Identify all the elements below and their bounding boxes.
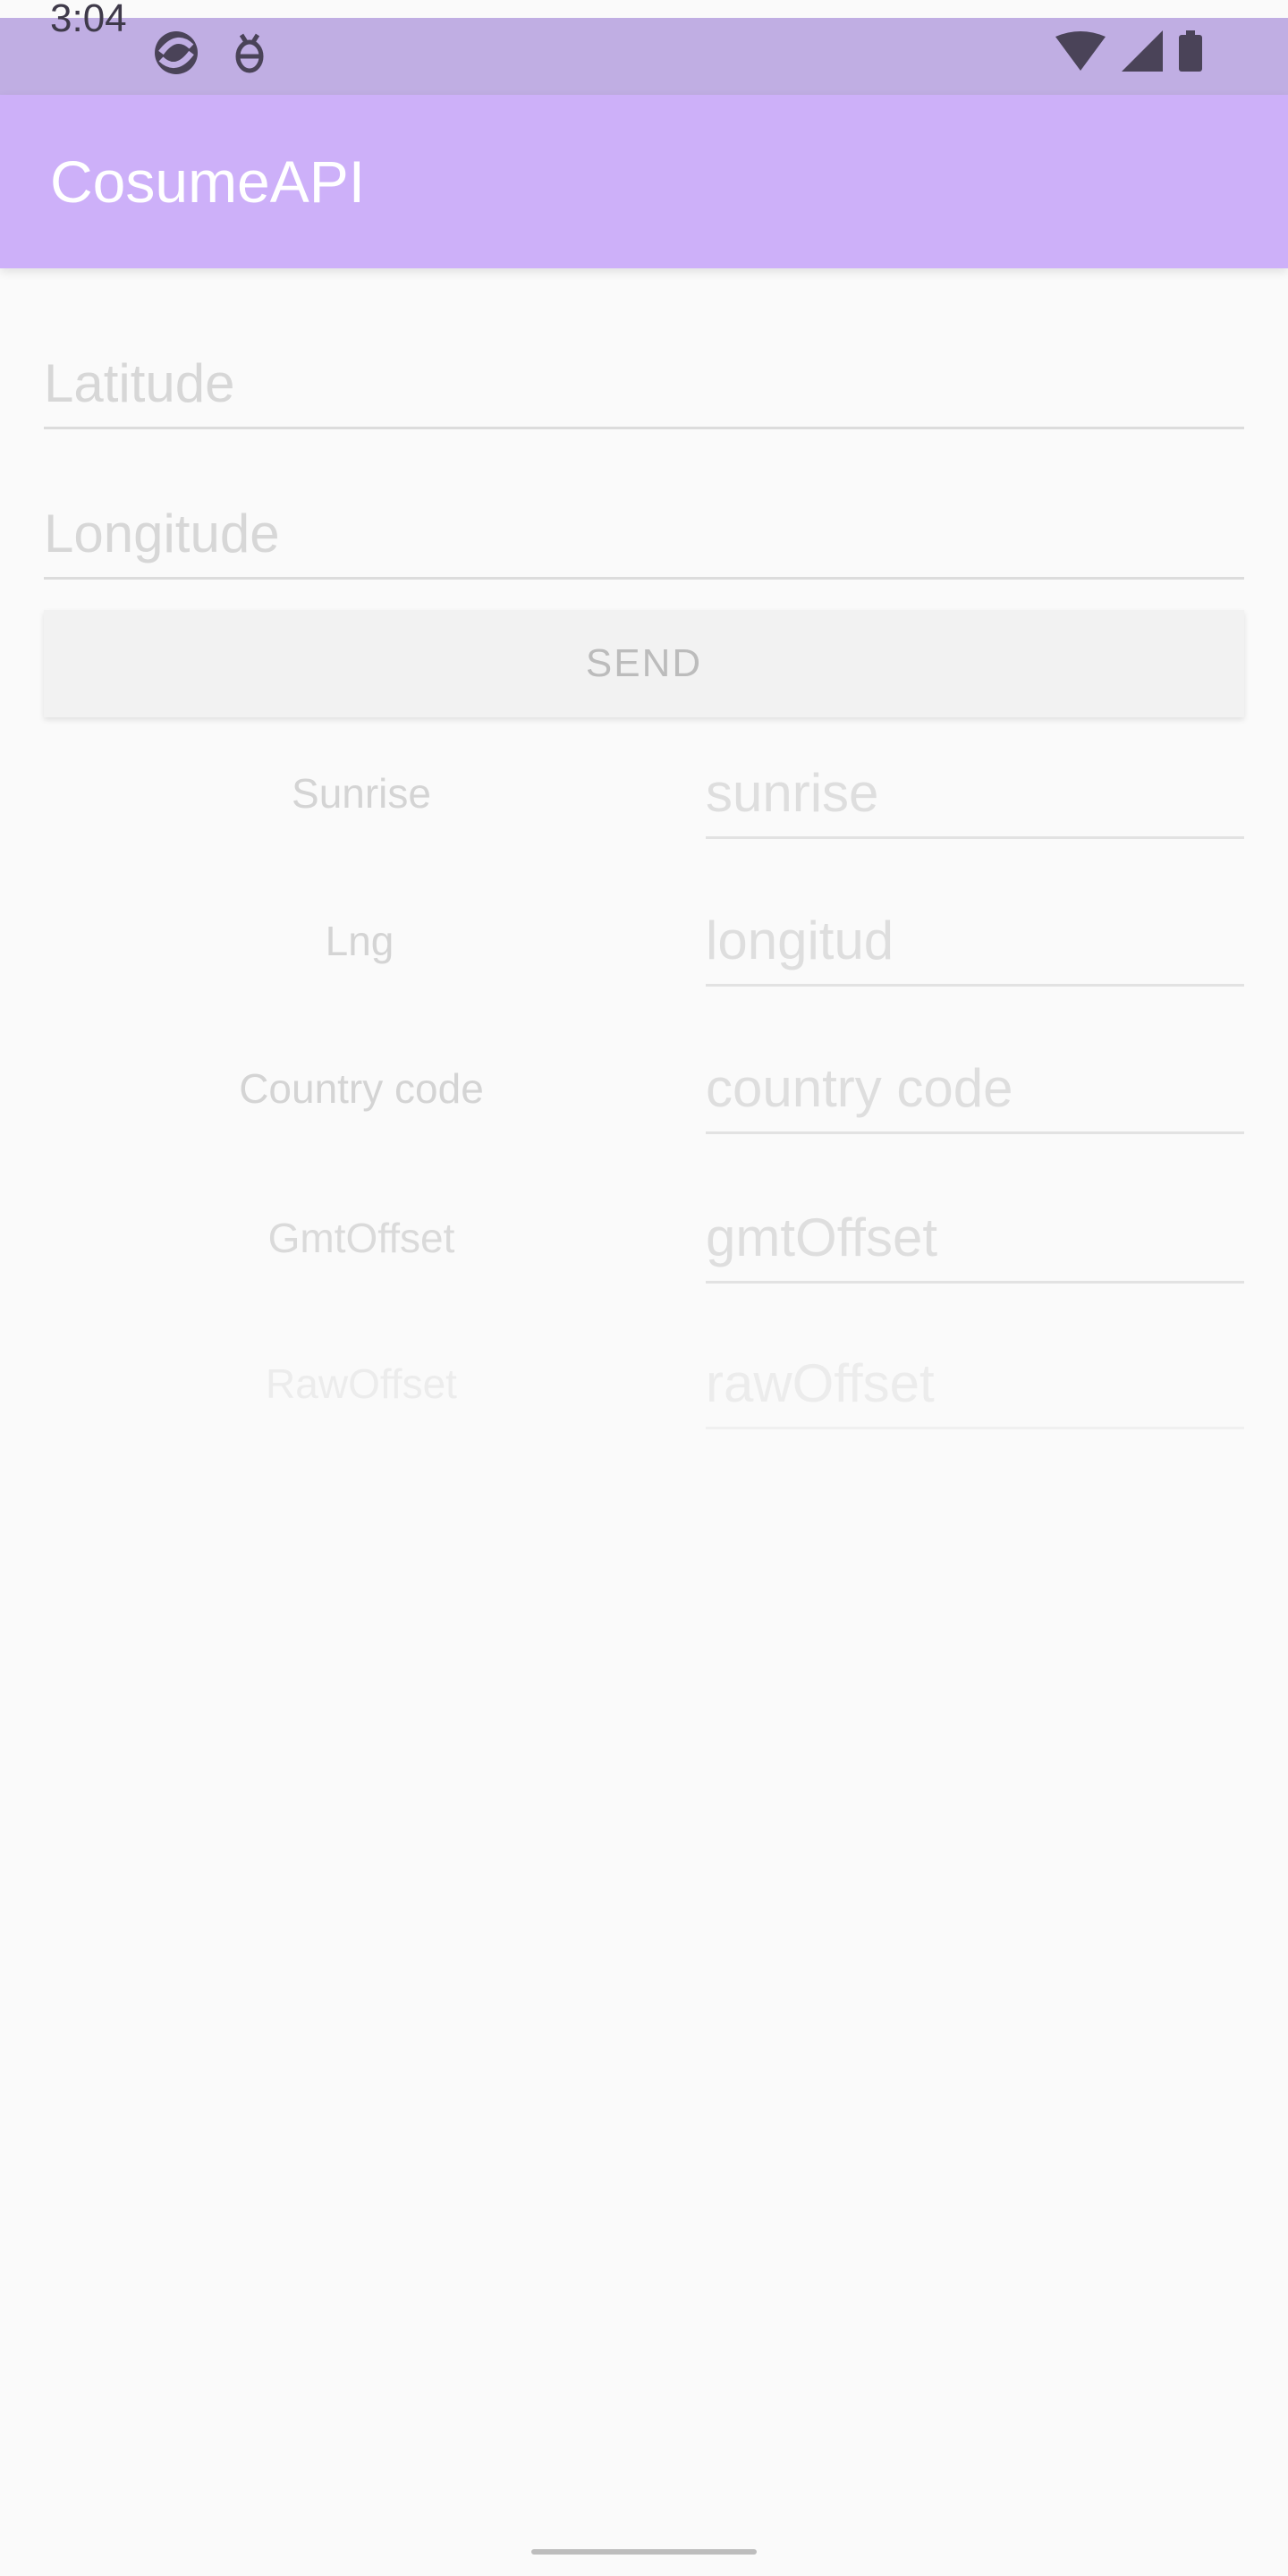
country-code-placeholder: country code bbox=[706, 1058, 1013, 1118]
longitude-input[interactable]: Longitude bbox=[44, 490, 1244, 580]
debug-icon bbox=[229, 30, 270, 80]
raw-offset-label: RawOffset bbox=[266, 1360, 457, 1407]
app-bar: CosumeAPI bbox=[0, 95, 1288, 268]
gmt-offset-label: GmtOffset bbox=[267, 1215, 455, 1261]
app-title: CosumeAPI bbox=[50, 148, 366, 215]
gmt-offset-placeholder: gmtOffset bbox=[706, 1208, 937, 1267]
country-code-label: Country code bbox=[239, 1065, 484, 1112]
raw-offset-placeholder: rawOffset bbox=[706, 1353, 935, 1413]
raw-offset-field[interactable]: rawOffset bbox=[706, 1340, 1244, 1429]
wifi-icon bbox=[1055, 31, 1106, 75]
home-indicator[interactable] bbox=[531, 2549, 757, 2555]
battery-icon bbox=[1179, 30, 1202, 76]
sunrise-placeholder: sunrise bbox=[706, 763, 879, 823]
sunrise-label: Sunrise bbox=[292, 770, 431, 817]
country-code-field[interactable]: country code bbox=[706, 1045, 1244, 1134]
signal-icon bbox=[1122, 30, 1163, 76]
app-notification-icon bbox=[150, 27, 202, 83]
longitud-placeholder: longitud bbox=[706, 911, 894, 970]
send-button[interactable]: SEND bbox=[44, 610, 1244, 717]
status-bar: 3:04 bbox=[0, 0, 1288, 95]
lng-label: Lng bbox=[325, 918, 394, 964]
status-time: 3:04 bbox=[50, 0, 127, 40]
longitude-placeholder: Longitude bbox=[44, 504, 280, 564]
gmt-offset-field[interactable]: gmtOffset bbox=[706, 1194, 1244, 1284]
latitude-input[interactable]: Latitude bbox=[44, 340, 1244, 429]
sunrise-field[interactable]: sunrise bbox=[706, 750, 1244, 839]
longitud-field[interactable]: longitud bbox=[706, 897, 1244, 987]
latitude-placeholder: Latitude bbox=[44, 353, 235, 413]
